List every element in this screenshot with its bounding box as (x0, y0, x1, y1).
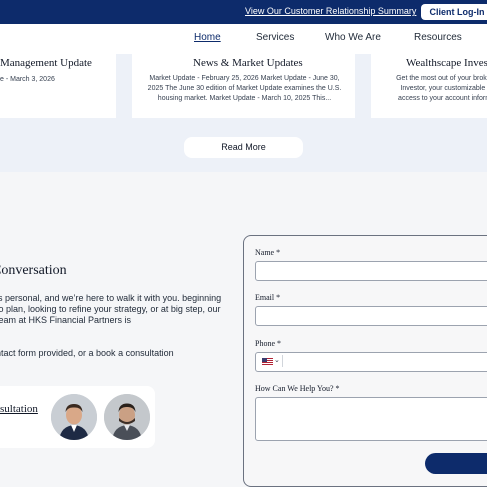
submit-button[interactable] (425, 453, 487, 474)
chevron-down-icon[interactable]: ⌄ (274, 356, 280, 364)
main-nav: Home Services Who We Are Resources (0, 24, 487, 54)
top-utility-bar: View Our Customer Relationship Summary C… (0, 0, 487, 24)
help-label: How Can We Help You? * (255, 384, 340, 393)
card-title: Management Update (0, 57, 92, 69)
card-wealthscape-investor[interactable]: Wealthscape Investo Get the most out of … (371, 54, 487, 118)
us-flag-icon[interactable] (262, 358, 273, 365)
read-more-button[interactable]: Read More (184, 137, 303, 158)
customer-relationship-summary-link[interactable]: View Our Customer Relationship Summary (245, 6, 416, 16)
nav-item-who-we-are[interactable]: Who We Are (325, 32, 381, 43)
book-consultation-link[interactable]: sultation (0, 403, 38, 415)
phone-label: Phone * (255, 339, 281, 348)
contact-heading: Conversation (0, 263, 67, 278)
nav-item-services[interactable]: Services (256, 32, 294, 43)
nav-item-home[interactable]: Home (194, 32, 221, 43)
phone-divider (282, 355, 283, 367)
card-news-market-updates[interactable]: News & Market Updates Market Update - Fe… (132, 54, 355, 118)
card-management-update[interactable]: Management Update e - March 3, 2026 (0, 54, 116, 118)
card-body: Market Update - February 25, 2026 Market… (147, 75, 342, 102)
name-field[interactable] (255, 261, 487, 281)
advisor-photo-icon (51, 394, 97, 440)
contact-intro-text: is personal, and we’re here to walk it w… (0, 293, 222, 325)
advisor-avatar (104, 394, 150, 440)
phone-field[interactable] (255, 352, 487, 372)
nav-item-resources[interactable]: Resources (414, 32, 462, 43)
card-title: Wealthscape Investo (406, 57, 487, 69)
card-title: News & Market Updates (193, 57, 303, 69)
client-login-button[interactable]: Client Log-In (421, 4, 487, 20)
email-field[interactable] (255, 306, 487, 326)
advisor-photo-icon (104, 394, 150, 440)
contact-instructions-text: ntact form provided, or a book a consult… (0, 348, 174, 358)
help-message-field[interactable] (255, 397, 487, 441)
email-label: Email * (255, 293, 281, 302)
card-body: e - March 3, 2026 (0, 76, 55, 83)
card-body: Get the most out of your brokera Investo… (396, 75, 487, 102)
name-label: Name * (255, 248, 281, 257)
advisor-avatar (51, 394, 97, 440)
